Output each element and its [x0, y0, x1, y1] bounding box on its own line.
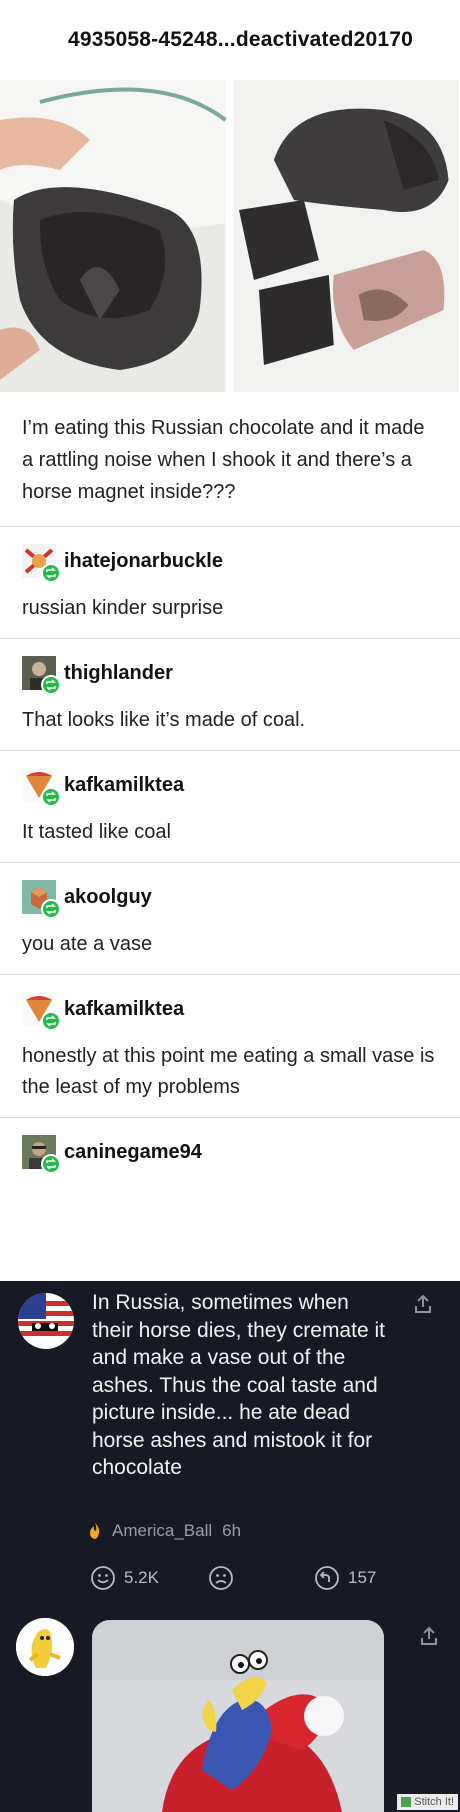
- reblog-icon: [41, 675, 61, 695]
- watermark-text: Stitch It!: [414, 1796, 454, 1808]
- share-icon[interactable]: [412, 1293, 434, 1315]
- post-caption: I’m eating this Russian chocolate and it…: [0, 392, 460, 527]
- commenter-avatar[interactable]: [18, 1293, 74, 1349]
- fire-icon: [90, 1523, 100, 1539]
- smile-icon: [91, 1566, 115, 1590]
- reply-text: you ate a vase: [22, 933, 153, 955]
- reblog-icon: [41, 1154, 61, 1174]
- comment-time: 6h: [222, 1521, 242, 1540]
- upvote-count: 5.2K: [124, 1568, 159, 1587]
- embedded-comment-screenshot: In Russia, sometimes when their horse di…: [0, 1281, 460, 1812]
- reply-username[interactable]: kafkamilktea: [64, 774, 184, 797]
- post-photos: [0, 80, 460, 392]
- reply-5: kafkamilktea honestly at this point me e…: [0, 975, 460, 1118]
- second-commenter-avatar[interactable]: [16, 1618, 74, 1676]
- reply-icon: [315, 1566, 339, 1590]
- avatar[interactable]: [22, 656, 61, 695]
- meme-image[interactable]: [92, 1620, 384, 1812]
- reply-2: thighlander That looks like it’s made of…: [0, 639, 460, 751]
- reply-username[interactable]: kafkamilktea: [64, 998, 184, 1021]
- reply-username[interactable]: thighlander: [64, 662, 173, 685]
- comment-text: In Russia, sometimes when their horse di…: [92, 1291, 385, 1479]
- reply-4: akoolguy you ate a vase: [0, 863, 460, 975]
- reply-count: 157: [348, 1568, 377, 1587]
- reply-text: That looks like it’s made of coal.: [22, 709, 306, 731]
- reply-username[interactable]: ihatejonarbuckle: [64, 550, 223, 573]
- post-author[interactable]: 4935058-45248...deactivated20170: [0, 0, 460, 80]
- reply-text: It tasted like coal: [22, 821, 171, 843]
- photo-chocolate-shell[interactable]: [0, 80, 226, 392]
- reply-text: honestly at this point me eating a small…: [22, 1045, 435, 1098]
- avatar[interactable]: [22, 1135, 61, 1174]
- share-icon[interactable]: [418, 1625, 440, 1647]
- avatar[interactable]: [22, 992, 61, 1031]
- avatar[interactable]: [22, 768, 61, 807]
- reply-username[interactable]: caninegame94: [64, 1141, 202, 1164]
- stitch-watermark: Stitch It!: [397, 1794, 458, 1810]
- downvote-button[interactable]: [208, 1565, 242, 1591]
- comment-meta: America_Ball 6h: [88, 1521, 241, 1541]
- reply-username[interactable]: akoolguy: [64, 886, 152, 909]
- reply-button[interactable]: 157: [314, 1565, 376, 1591]
- reblog-icon: [41, 563, 61, 583]
- reply-6: caninegame94: [0, 1118, 460, 1174]
- reblog-icon: [41, 787, 61, 807]
- photo-chocolate-pieces[interactable]: [233, 80, 459, 392]
- frown-icon: [209, 1566, 233, 1590]
- avatar[interactable]: [22, 544, 61, 583]
- reply-text: russian kinder surprise: [22, 597, 224, 619]
- reblog-icon: [41, 899, 61, 919]
- reblog-icon: [41, 1011, 61, 1031]
- comment-author[interactable]: America_Ball: [112, 1521, 212, 1541]
- reply-1: ihatejonarbuckle russian kinder surprise: [0, 527, 460, 639]
- upvote-button[interactable]: 5.2K: [90, 1565, 159, 1591]
- reply-3: kafkamilktea It tasted like coal: [0, 751, 460, 863]
- comment-actions: 5.2K 157: [90, 1565, 390, 1595]
- avatar[interactable]: [22, 880, 61, 919]
